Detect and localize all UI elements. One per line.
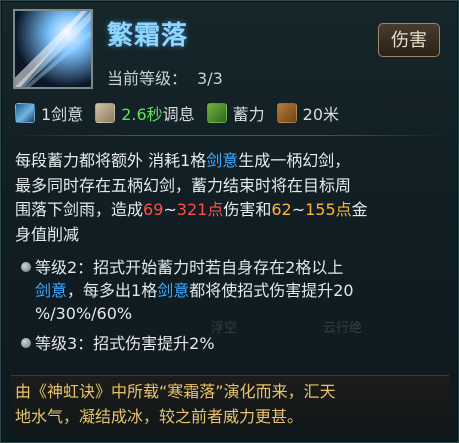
keyword-sword-intent: 剑意 bbox=[157, 281, 190, 300]
bullet-icon bbox=[21, 262, 31, 272]
stat-sword-intent: 1剑意 bbox=[15, 101, 83, 125]
skill-stats-row: 1剑意 2.6秒 调息 蓄力 20米 bbox=[15, 102, 351, 124]
skill-description: 每段蓄力都将额外 消耗1格剑意生成一柄幻剑， 最多同时存在五柄幻剑，蓄力结束时将… bbox=[15, 149, 439, 247]
keyword-sword-intent: 剑意 bbox=[35, 281, 68, 300]
range-icon bbox=[276, 103, 297, 123]
charge-label: 蓄力 bbox=[232, 105, 265, 124]
stagger-min: 62 bbox=[271, 200, 292, 219]
skill-title: 繁霜落 bbox=[107, 21, 189, 51]
level-3-upgrade: 等级3：招式伤害提升2% bbox=[15, 332, 445, 355]
level-2-text: 等级2：招式开始蓄力时若自身存在2格以上 剑意，每多出1格剑意都将使招式伤害提升… bbox=[35, 258, 354, 323]
frost-sword-art bbox=[15, 11, 91, 87]
bullet-icon bbox=[21, 338, 31, 348]
desc-line-2: 最多同时存在五柄幻剑，蓄力结束时将在目标周 bbox=[15, 175, 352, 195]
level-3-text: 等级3：招式伤害提升2% bbox=[35, 334, 215, 353]
sword-intent-cost: 1剑意 bbox=[41, 105, 84, 124]
sword-intent-icon bbox=[15, 103, 35, 123]
damage-min: 69 bbox=[143, 200, 164, 219]
damage-type-badge: 伤害 bbox=[378, 23, 440, 57]
desc-line-4: 身值削减 bbox=[15, 224, 80, 244]
damage-max: 321点 bbox=[176, 200, 224, 219]
skill-tooltip: 繁霜落 当前等级： 3/3 伤害 1剑意 2.6秒 调息 蓄力 20米 每段蓄力都将… bbox=[0, 0, 459, 443]
stagger-max: 155点 bbox=[305, 200, 352, 219]
level-2-upgrade: 等级2：招式开始蓄力时若自身存在2格以上 剑意，每多出1格剑意都将使招式伤害提升… bbox=[15, 256, 445, 325]
stat-cooldown: 2.6秒 调息 bbox=[95, 101, 195, 125]
keyword-sword-intent: 剑意 bbox=[206, 151, 239, 170]
stat-charge: 蓄力 bbox=[206, 101, 265, 125]
stat-range: 20米 bbox=[276, 101, 340, 125]
skill-lore: 由《神虹诀》中所载“寒霜落”演化而来，汇天 地水气，凝结成冰，较之前者威力更甚。 bbox=[15, 382, 336, 426]
current-level: 当前等级： 3/3 bbox=[107, 65, 223, 89]
level-label: 当前等级： bbox=[107, 69, 188, 88]
level-value: 3/3 bbox=[197, 69, 223, 88]
desc-line-1: 每段蓄力都将额外 消耗1格剑意生成一柄幻剑， bbox=[15, 151, 351, 170]
range-value: 20米 bbox=[302, 105, 340, 124]
divider bbox=[11, 135, 448, 136]
frost-sword-skill-icon bbox=[13, 9, 93, 89]
cooldown-value: 2.6秒 bbox=[121, 105, 163, 124]
desc-line-3: 围落下剑雨，造成69~321点伤害和62~155点金 bbox=[15, 200, 368, 219]
charge-icon bbox=[206, 103, 227, 123]
cooldown-suffix: 调息 bbox=[162, 105, 195, 124]
cooldown-icon bbox=[95, 103, 116, 123]
